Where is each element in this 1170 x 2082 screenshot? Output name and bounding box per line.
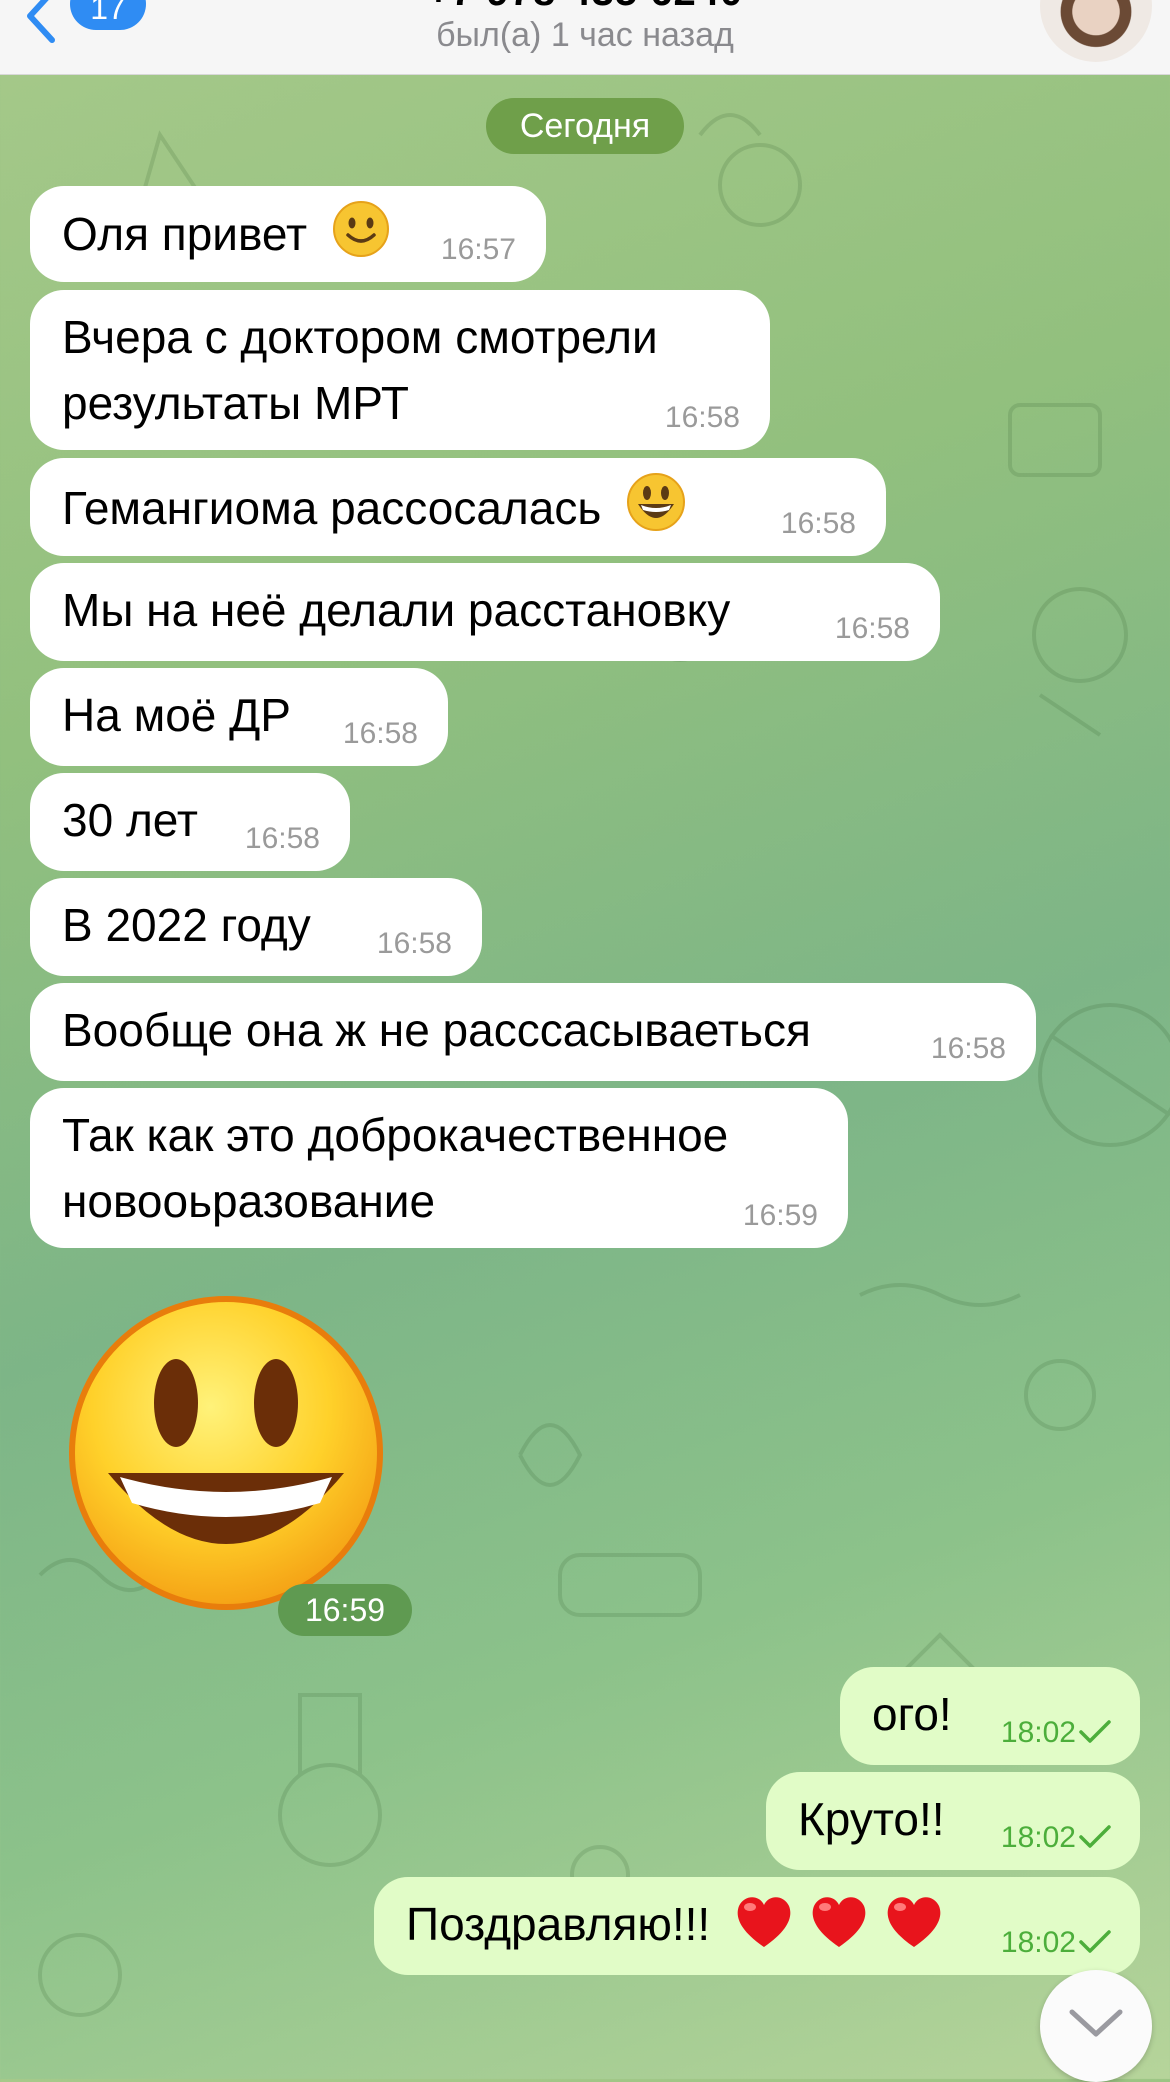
message-time: 16:58: [834, 612, 910, 645]
slightly-smiling-face-icon: [332, 201, 389, 257]
message-time: 16:58: [930, 1032, 1006, 1065]
grinning-face-sticker-icon[interactable]: [68, 1295, 384, 1611]
message-text: Вообще она ж не расссасываеться: [62, 1004, 811, 1056]
chevron-down-icon: [1069, 2009, 1123, 2037]
message-text: Оля привет: [62, 208, 308, 260]
scroll-to-bottom-button[interactable]: [1040, 1970, 1152, 2082]
last-seen-status: был(а) 1 час назад: [436, 16, 734, 54]
grinning-face-icon: [627, 473, 686, 531]
message-time: 18:02: [1000, 1821, 1076, 1854]
message-text: Мы на неё делали расстановку: [62, 584, 731, 636]
outgoing-message-bubble[interactable]: Круто!! 18:02: [766, 1772, 1140, 1870]
outgoing-message-bubble[interactable]: Поздравляю!!! 18:02: [374, 1877, 1140, 1975]
message-text: Поздравляю!!!: [406, 1898, 711, 1950]
message-bubble[interactable]: Мы на неё делали расстановку 16:58: [30, 563, 940, 661]
message-time: 16:58: [780, 507, 856, 540]
message-bubble[interactable]: Вообще она ж не расссасываеться 16:58: [30, 983, 1036, 1081]
date-separator: Сегодня: [486, 98, 684, 154]
message-bubble[interactable]: 30 лет 16:58: [30, 773, 350, 871]
outgoing-message-bubble[interactable]: ого! 18:02: [840, 1667, 1140, 1765]
sent-check-icon: [1079, 1720, 1111, 1743]
message-text: 30 лет: [62, 794, 198, 846]
message-time: 16:58: [376, 927, 452, 960]
message-time: 16:59: [742, 1199, 818, 1232]
message-bubble[interactable]: Так как это доброкачественное новооьразо…: [30, 1088, 848, 1248]
sent-check-icon: [1079, 1825, 1111, 1848]
red-heart-icon: [887, 1897, 940, 1947]
message-text: ого!: [872, 1688, 952, 1740]
message-text: Круто!!: [798, 1793, 945, 1845]
sent-check-icon: [1079, 1930, 1111, 1953]
message-time: 16:58: [342, 717, 418, 750]
message-text-line: Вчера с доктором смотрели: [62, 311, 658, 363]
message-text-line: Так как это доброкачественное: [62, 1109, 729, 1161]
message-text-line: новооьразование: [62, 1175, 436, 1227]
message-time: 16:57: [440, 233, 516, 266]
message-bubble[interactable]: На моё ДР 16:58: [30, 668, 448, 766]
chat-header: 17 +7 978 435 6240 был(а) 1 час назад: [0, 0, 1170, 75]
message-time: 18:02: [1000, 1716, 1076, 1749]
message-bubble[interactable]: Гемангиома рассосалась 16:58: [30, 458, 886, 556]
contact-phone-title[interactable]: +7 978 435 6240: [0, 0, 1170, 15]
message-time: 18:02: [1000, 1926, 1076, 1959]
message-bubble[interactable]: Оля привет 16:57: [30, 186, 546, 282]
message-time: 16:58: [244, 822, 320, 855]
red-heart-icon: [737, 1897, 791, 1947]
message-text: Гемангиома рассосалась: [62, 482, 602, 534]
message-text-line: результаты МРТ: [62, 377, 409, 429]
message-text: В 2022 году: [62, 899, 311, 951]
message-time: 16:58: [664, 401, 740, 434]
red-heart-icons: [733, 1892, 945, 1967]
sticker-time: 16:59: [278, 1584, 412, 1636]
message-bubble[interactable]: В 2022 году 16:58: [30, 878, 482, 976]
message-text: На моё ДР: [62, 689, 291, 741]
red-heart-icon: [812, 1897, 866, 1947]
message-bubble[interactable]: Вчера с доктором смотрели результаты МРТ…: [30, 290, 770, 450]
